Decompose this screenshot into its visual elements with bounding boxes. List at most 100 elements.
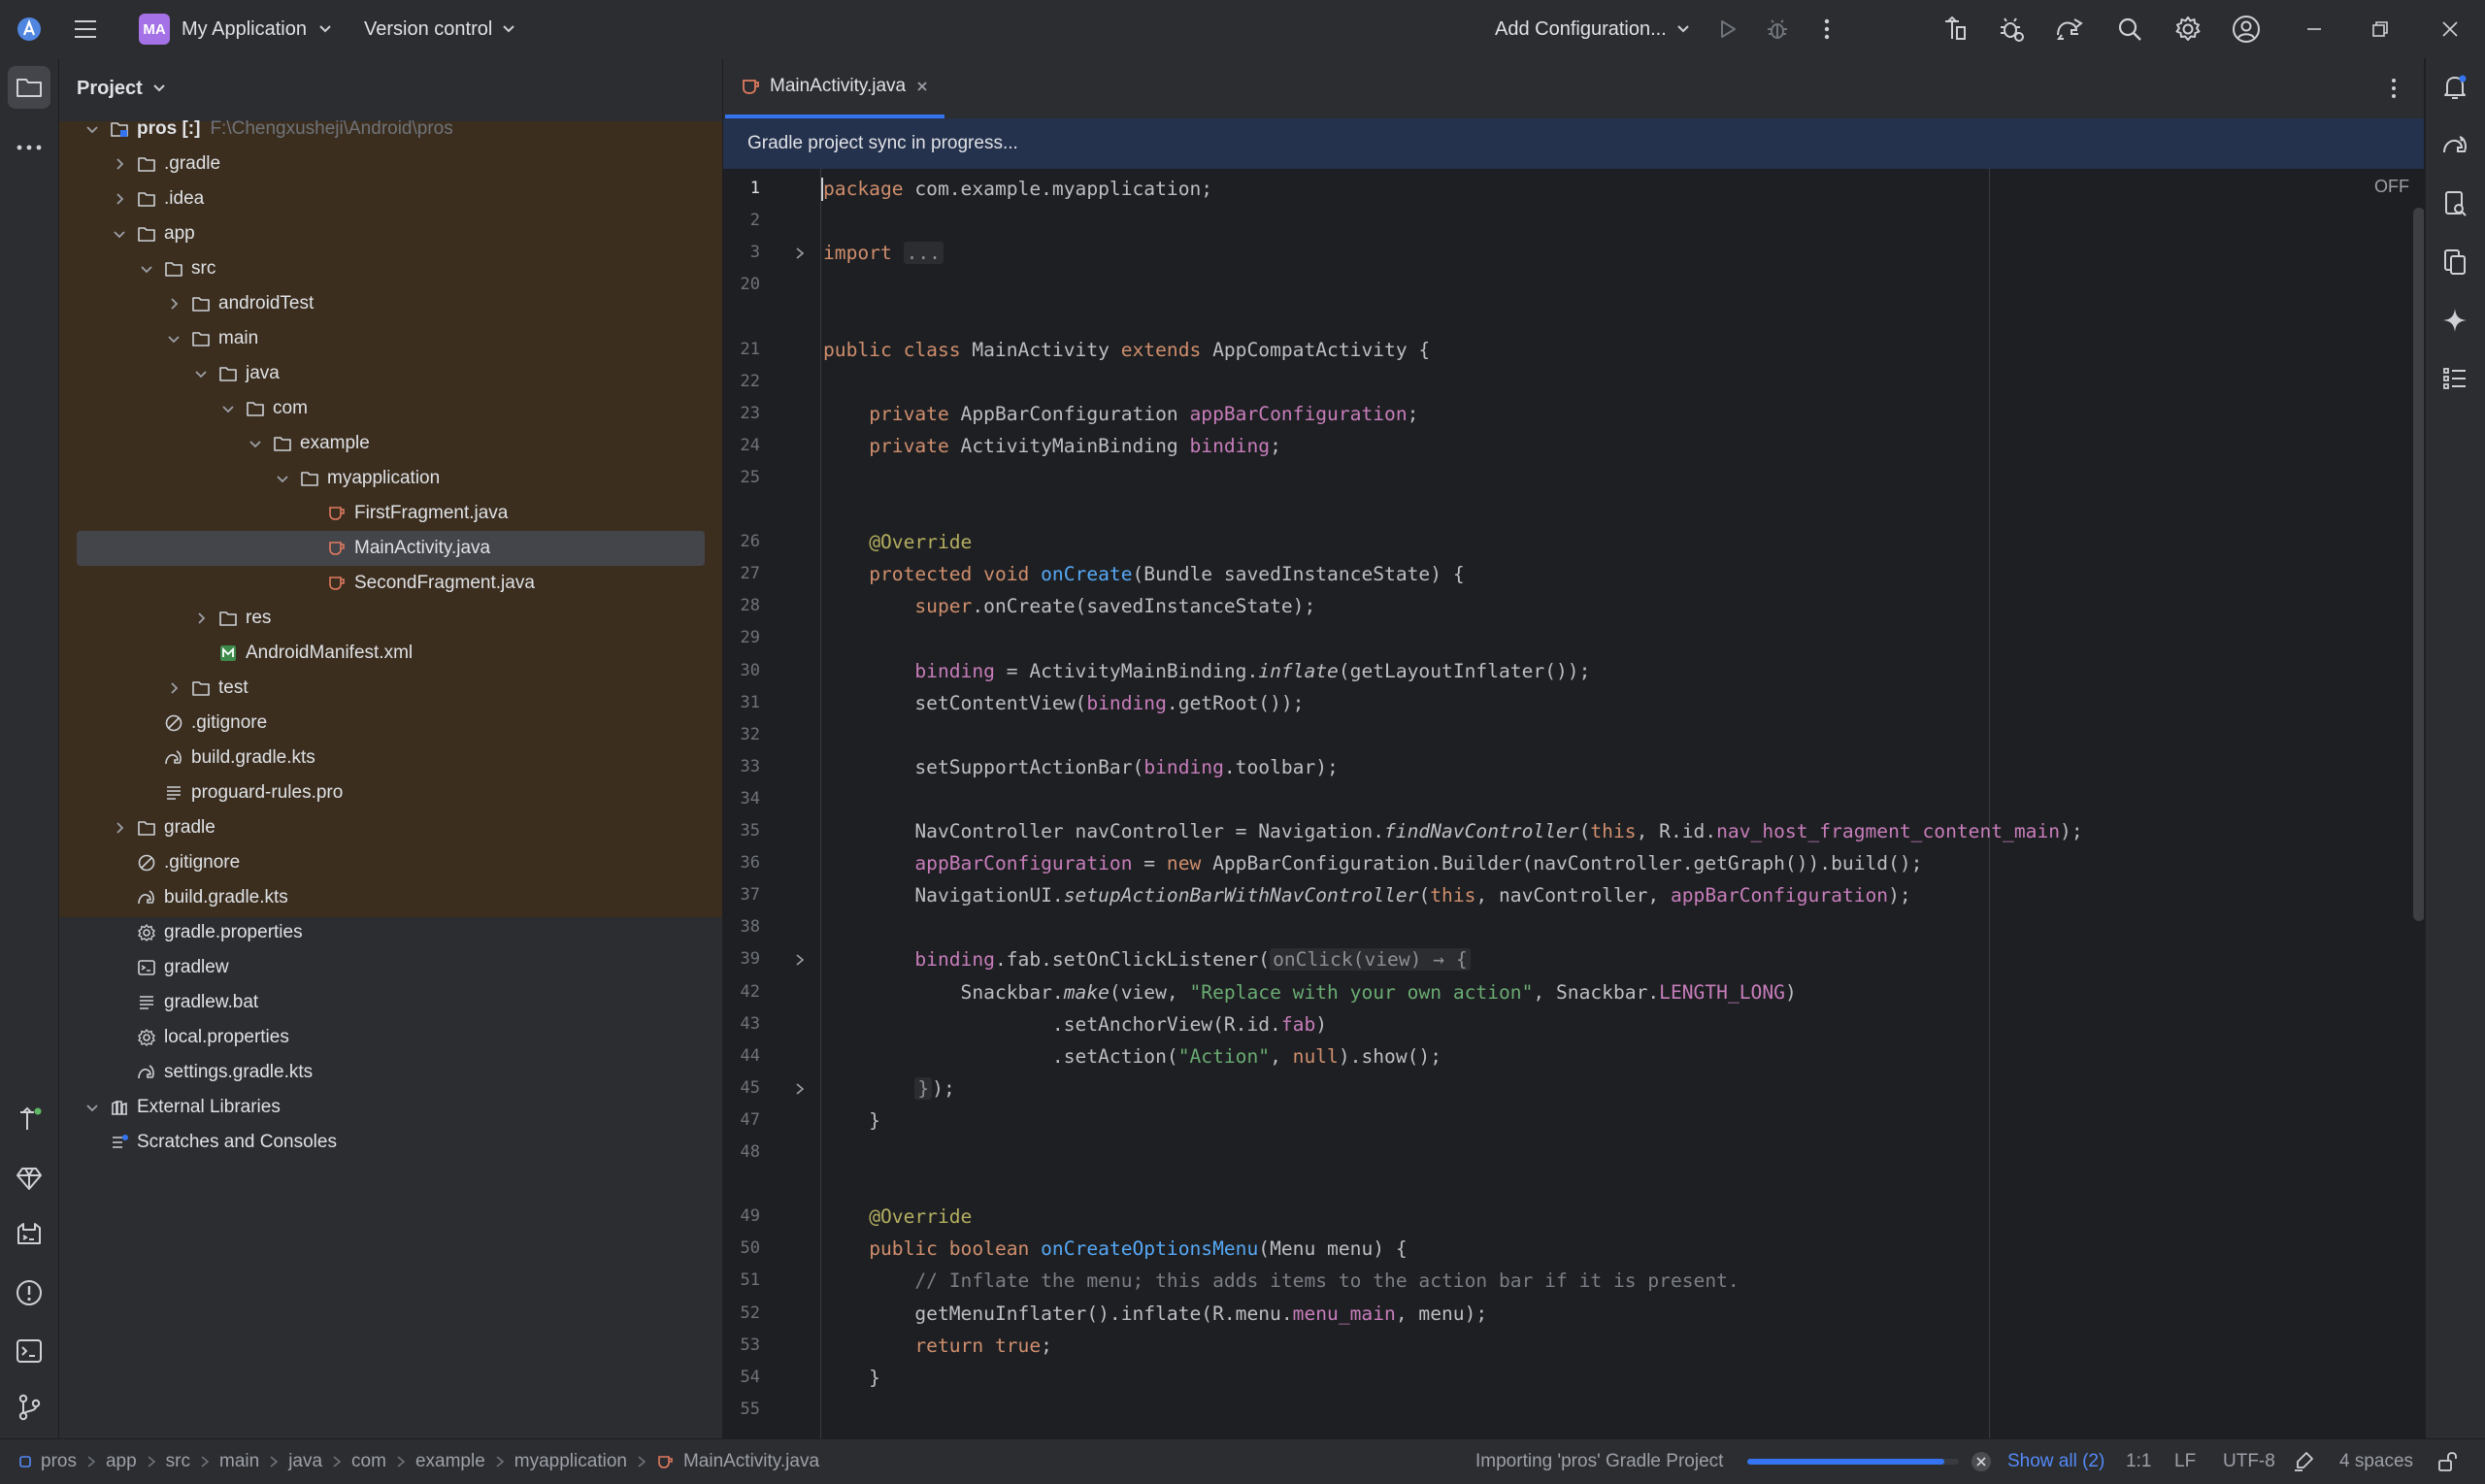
tab-options-icon[interactable] [2381, 76, 2406, 101]
tree-item[interactable]: .idea [59, 181, 722, 216]
tree-item[interactable]: MainActivity.java [59, 531, 722, 566]
tree-item[interactable]: gradlew [59, 950, 722, 985]
file-encoding[interactable]: UTF-8 [2223, 1439, 2275, 1484]
main-menu-icon[interactable] [70, 0, 101, 58]
settings-gear-icon[interactable] [2170, 0, 2205, 58]
tree-item[interactable]: settings.gradle.kts [59, 1055, 722, 1090]
version-control-tool-icon[interactable] [8, 1386, 50, 1429]
tree-item[interactable]: pros [:] F:\Chengxusheji\Android\pros [59, 112, 722, 147]
chevron-down-icon[interactable] [218, 399, 238, 418]
chevron-down-icon[interactable] [273, 469, 292, 488]
line-separator[interactable]: LF [2174, 1439, 2196, 1484]
breadcrumb-item[interactable]: src [166, 1451, 190, 1472]
breadcrumb-item[interactable]: main [219, 1451, 259, 1472]
tree-item[interactable]: External Libraries [59, 1090, 722, 1125]
tree-item[interactable]: androidTest [59, 286, 722, 321]
tree-item[interactable]: src [59, 251, 722, 286]
project-tool-icon[interactable] [8, 66, 50, 109]
chevron-right-icon[interactable] [164, 678, 183, 698]
tab-mainactivity[interactable]: MainActivity.java [725, 58, 945, 118]
structure-icon[interactable] [2434, 357, 2476, 400]
tree-item[interactable]: gradle.properties [59, 915, 722, 950]
tree-item[interactable]: java [59, 356, 722, 391]
app-logo-icon[interactable] [14, 0, 45, 58]
caret-position[interactable]: 1:1 [2126, 1439, 2151, 1484]
notifications-icon[interactable] [2434, 66, 2476, 109]
tree-item[interactable]: example [59, 426, 722, 461]
indent-setting[interactable]: 4 spaces [2339, 1439, 2413, 1484]
running-devices-icon[interactable] [2434, 241, 2476, 283]
breadcrumb-item[interactable]: java [288, 1451, 322, 1472]
run-configuration-selector[interactable]: Add Configuration... [1495, 0, 1690, 58]
gemini-tool-icon[interactable] [8, 1157, 50, 1200]
tree-item[interactable]: Scratches and Consoles [59, 1125, 722, 1160]
editor-scrollbar[interactable] [2413, 208, 2424, 921]
more-tools-icon[interactable] [8, 126, 50, 169]
tree-item[interactable]: .gitignore [59, 706, 722, 741]
chevron-down-icon[interactable] [246, 434, 265, 453]
tree-item[interactable]: proguard-rules.pro [59, 775, 722, 810]
minimize-icon[interactable] [2297, 0, 2332, 58]
version-control-menu[interactable]: Version control [364, 0, 515, 58]
breadcrumb-item[interactable]: pros [41, 1451, 77, 1472]
device-manager-icon[interactable] [1938, 0, 1972, 58]
restore-icon[interactable] [2363, 0, 2398, 58]
more-actions-icon[interactable] [1813, 0, 1840, 58]
read-only-lock-icon[interactable] [2436, 1439, 2458, 1484]
tree-item[interactable]: build.gradle.kts [59, 880, 722, 915]
chevron-right-icon[interactable] [110, 818, 129, 838]
show-all-tasks-link[interactable]: Show all (2) [2007, 1439, 2104, 1484]
chevron-right-icon[interactable] [191, 609, 211, 628]
tree-item[interactable]: res [59, 601, 722, 636]
search-icon[interactable] [2112, 0, 2147, 58]
tree-item[interactable]: .gitignore [59, 845, 722, 880]
chevron-down-icon[interactable] [164, 329, 183, 348]
close-tab-icon[interactable] [915, 80, 929, 93]
gradle-tool-icon[interactable] [2434, 124, 2476, 167]
account-icon[interactable] [2229, 0, 2264, 58]
tree-item[interactable]: main [59, 321, 722, 356]
tree-item[interactable]: .gradle [59, 147, 722, 181]
chevron-down-icon[interactable] [110, 224, 129, 244]
chevron-right-icon[interactable] [110, 154, 129, 174]
code-style-icon[interactable] [2293, 1439, 2314, 1484]
breadcrumb-item[interactable]: example [415, 1451, 485, 1472]
gradle-sync-icon[interactable] [2052, 0, 2087, 58]
fold-chevron-icon[interactable] [793, 1082, 807, 1096]
chevron-down-icon[interactable] [137, 259, 156, 279]
fold-chevron-icon[interactable] [793, 953, 807, 967]
chevron-down-icon[interactable] [83, 119, 102, 139]
tree-item[interactable]: FirstFragment.java [59, 496, 722, 531]
chevron-down-icon[interactable] [191, 364, 211, 383]
tree-item[interactable]: com [59, 391, 722, 426]
chevron-right-icon[interactable] [164, 294, 183, 313]
tree-item[interactable]: local.properties [59, 1020, 722, 1055]
app-inspection-icon[interactable] [1994, 0, 2029, 58]
breadcrumb-item[interactable]: com [351, 1451, 386, 1472]
breadcrumb-item[interactable]: app [106, 1451, 137, 1472]
build-tool-icon[interactable] [8, 1099, 50, 1141]
tree-item[interactable]: gradlew.bat [59, 985, 722, 1020]
device-explorer-icon[interactable] [2434, 182, 2476, 225]
code-editor[interactable]: OFF package com.example.myapplication; im… [821, 169, 2424, 1438]
tree-item[interactable]: build.gradle.kts [59, 741, 722, 775]
project-view-selector[interactable]: Project [77, 74, 166, 103]
tree-item[interactable]: gradle [59, 810, 722, 845]
cancel-task-icon[interactable] [1971, 1439, 1992, 1484]
problems-tool-icon[interactable] [8, 1271, 50, 1314]
reader-mode-toggle[interactable]: OFF [2374, 177, 2409, 197]
tree-item[interactable]: SecondFragment.java [59, 566, 722, 601]
fold-chevron-icon[interactable] [793, 247, 807, 260]
run-icon[interactable] [1712, 0, 1743, 58]
breadcrumb-item[interactable]: MainActivity.java [683, 1451, 819, 1472]
tree-item[interactable]: app [59, 216, 722, 251]
logcat-tool-icon[interactable] [8, 1213, 50, 1256]
chevron-down-icon[interactable] [83, 1098, 102, 1117]
tree-item[interactable]: AndroidManifest.xml [59, 636, 722, 671]
project-selector[interactable]: MA My Application [131, 0, 340, 58]
close-window-icon[interactable] [2433, 0, 2468, 58]
terminal-tool-icon[interactable] [8, 1330, 50, 1372]
chevron-right-icon[interactable] [110, 189, 129, 209]
gemini-sparkle-icon[interactable] [2434, 299, 2476, 342]
tree-item[interactable]: test [59, 671, 722, 706]
